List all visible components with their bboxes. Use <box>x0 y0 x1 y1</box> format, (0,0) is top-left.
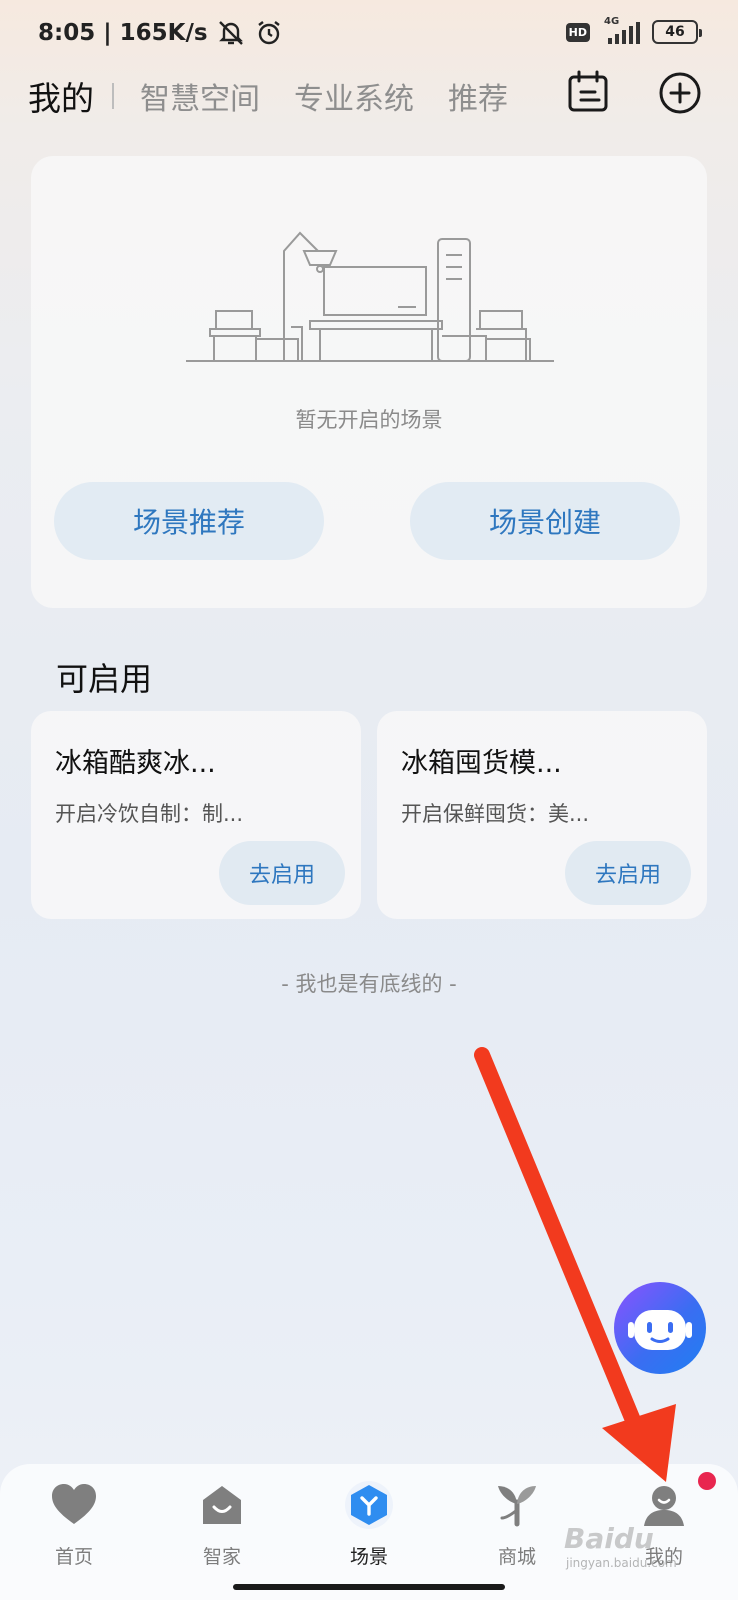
assistant-button[interactable] <box>614 1282 706 1374</box>
home-icon <box>203 1486 241 1524</box>
hd-badge: HD <box>565 22 590 42</box>
status-left: 8:05 | 165K/s <box>38 18 284 48</box>
nav-scene[interactable]: 场景 <box>314 1480 424 1569</box>
nav-label: 智家 <box>202 1546 241 1568</box>
clock: 8:05 <box>38 20 96 46</box>
scene-card-desc: 开启保鲜囤货：美... <box>401 802 590 826</box>
battery-level: 46 <box>665 24 685 40</box>
section-title-available: 可启用 <box>56 660 153 698</box>
mute-icon <box>218 21 243 45</box>
top-nav: 我的 智慧空间 专业系统 推荐 <box>0 64 738 134</box>
watermark-url: jingyan.baidu.com <box>566 1556 677 1570</box>
add-icon[interactable] <box>656 68 704 116</box>
nav-label: 首页 <box>54 1546 93 1568</box>
signal-icon: 4G <box>600 16 642 44</box>
nav-smart-home[interactable]: 智家 <box>167 1480 277 1569</box>
enable-button[interactable]: 去启用 <box>219 841 345 905</box>
status-right: HD 4G 46 <box>565 16 702 44</box>
watermark-logo: Baidu <box>564 1522 654 1555</box>
nav-home[interactable]: 首页 <box>19 1480 129 1569</box>
scene-recommend-button[interactable]: 场景推荐 <box>54 482 324 560</box>
robot-icon <box>628 1310 692 1350</box>
sprout-icon <box>498 1486 536 1527</box>
battery-icon: 46 <box>652 20 702 44</box>
scene-create-button[interactable]: 场景创建 <box>410 482 680 560</box>
status-bar: 8:05 | 165K/s HD 4G 46 <box>0 0 738 64</box>
scene-icon <box>345 1481 393 1529</box>
tab-mine[interactable]: 我的 <box>28 72 94 120</box>
scene-card-fridge-cool[interactable]: 冰箱酷爽冰... 开启冷饮自制：制... 去启用 <box>31 711 361 919</box>
nav-mall[interactable]: 商城 <box>462 1480 572 1569</box>
tab-divider <box>112 83 114 109</box>
net-speed: 165K/s <box>119 20 208 46</box>
heart-icon <box>52 1484 96 1524</box>
scene-card-title: 冰箱酷爽冰... <box>55 748 216 779</box>
tab-pro-system[interactable]: 专业系统 <box>294 74 414 118</box>
tab-bar: 我的 智慧空间 专业系统 推荐 <box>28 72 542 120</box>
tab-recommend[interactable]: 推荐 <box>448 74 508 118</box>
end-of-list-text: - 我也是有底线的 - <box>281 972 457 996</box>
empty-scene-card: 暂无开启的场景 场景推荐 场景创建 <box>31 156 707 608</box>
scene-card-fridge-stock[interactable]: 冰箱囤货模... 开启保鲜囤货：美... 去启用 <box>377 711 707 919</box>
notification-badge <box>698 1472 716 1490</box>
empty-message: 暂无开启的场景 <box>295 408 443 432</box>
scene-card-desc: 开启冷饮自制：制... <box>55 802 244 826</box>
alarm-icon <box>257 21 280 45</box>
enable-button[interactable]: 去启用 <box>565 841 691 905</box>
home-indicator[interactable] <box>233 1584 505 1590</box>
calendar-icon[interactable] <box>564 68 612 116</box>
scene-card-title: 冰箱囤货模... <box>401 748 562 779</box>
nav-label: 商城 <box>497 1546 536 1568</box>
living-room-illustration <box>186 231 554 362</box>
tab-smart-space[interactable]: 智慧空间 <box>140 74 260 118</box>
status-separator: | <box>103 20 112 46</box>
nav-label: 场景 <box>349 1546 388 1568</box>
